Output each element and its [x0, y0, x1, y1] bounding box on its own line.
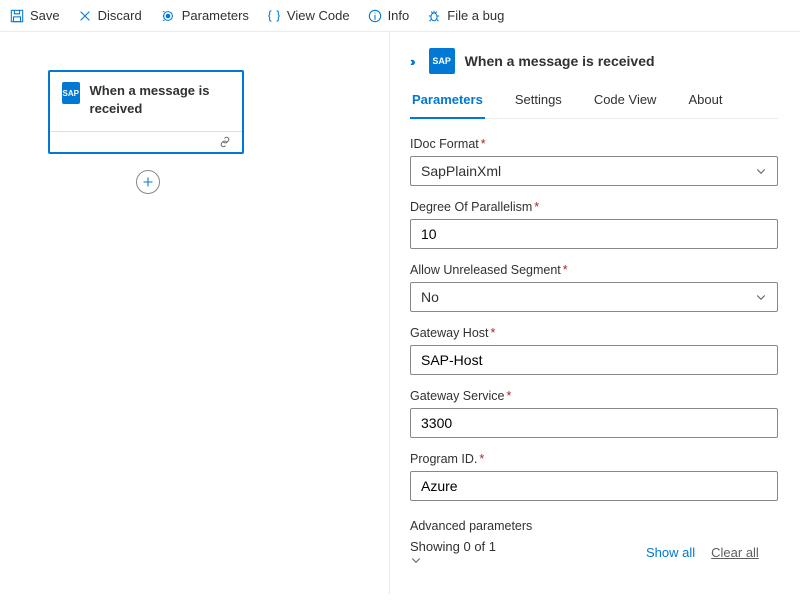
- chevron-down-icon: [755, 165, 767, 177]
- view-code-button[interactable]: View Code: [267, 8, 350, 23]
- view-code-label: View Code: [287, 8, 350, 23]
- clear-all-link[interactable]: Clear all: [711, 545, 759, 560]
- label-program-id: Program ID.*: [410, 452, 778, 466]
- details-panel: ›› SAP When a message is received Parame…: [390, 32, 800, 594]
- designer-canvas: SAP When a message is received: [0, 32, 390, 594]
- sap-icon: SAP: [429, 48, 455, 74]
- parameters-button[interactable]: Parameters: [160, 8, 249, 23]
- link-icon: [218, 136, 232, 148]
- label-allow-unreleased: Allow Unreleased Segment*: [410, 263, 778, 277]
- chevron-down-icon: [410, 554, 630, 566]
- tab-parameters[interactable]: Parameters: [410, 92, 485, 119]
- field-degree-parallelism: Degree Of Parallelism*: [410, 200, 778, 249]
- gateway-service-input[interactable]: [410, 408, 778, 438]
- chevron-down-icon: [755, 291, 767, 303]
- gateway-host-input[interactable]: [410, 345, 778, 375]
- tab-code-view[interactable]: Code View: [592, 92, 659, 118]
- tab-settings[interactable]: Settings: [513, 92, 564, 118]
- advanced-parameters-label: Advanced parameters: [410, 519, 778, 533]
- save-label: Save: [30, 8, 60, 23]
- label-idoc-format: IDoc Format*: [410, 137, 778, 151]
- field-gateway-host: Gateway Host*: [410, 326, 778, 375]
- allow-unreleased-select[interactable]: No: [410, 282, 778, 312]
- panel-title: When a message is received: [465, 53, 655, 69]
- info-button[interactable]: Info: [368, 8, 410, 23]
- field-program-id: Program ID.*: [410, 452, 778, 501]
- degree-parallelism-input[interactable]: [410, 219, 778, 249]
- braces-icon: [267, 9, 281, 23]
- bug-icon: [427, 9, 441, 23]
- close-icon: [78, 9, 92, 23]
- file-bug-button[interactable]: File a bug: [427, 8, 504, 23]
- label-gateway-host: Gateway Host*: [410, 326, 778, 340]
- discard-button[interactable]: Discard: [78, 8, 142, 23]
- idoc-format-select[interactable]: SapPlainXml: [410, 156, 778, 186]
- label-gateway-service: Gateway Service*: [410, 389, 778, 403]
- trigger-card-body: SAP When a message is received: [50, 72, 242, 131]
- main-content: SAP When a message is received ›› SAP Wh…: [0, 32, 800, 594]
- show-all-link[interactable]: Show all: [646, 545, 695, 560]
- field-allow-unreleased: Allow Unreleased Segment* No: [410, 263, 778, 312]
- toolbar: Save Discard Parameters View Code Info F…: [0, 0, 800, 32]
- info-icon: [368, 9, 382, 23]
- trigger-card-title: When a message is received: [90, 82, 230, 117]
- trigger-card[interactable]: SAP When a message is received: [48, 70, 244, 154]
- field-gateway-service: Gateway Service*: [410, 389, 778, 438]
- allow-unreleased-value: No: [421, 289, 439, 305]
- advanced-parameters-row: Showing 0 of 1 Show all Clear all: [410, 539, 778, 566]
- parameters-label: Parameters: [182, 8, 249, 23]
- program-id-input[interactable]: [410, 471, 778, 501]
- advanced-parameters-select[interactable]: Showing 0 of 1: [410, 539, 630, 566]
- advanced-parameters-value: Showing 0 of 1: [410, 539, 496, 554]
- collapse-icon[interactable]: ››: [410, 54, 413, 69]
- tab-about[interactable]: About: [686, 92, 724, 118]
- field-idoc-format: IDoc Format* SapPlainXml: [410, 137, 778, 186]
- parameters-icon: [160, 9, 176, 23]
- plus-icon: [142, 176, 154, 188]
- panel-tabs: Parameters Settings Code View About: [410, 92, 778, 119]
- file-bug-label: File a bug: [447, 8, 504, 23]
- panel-header: ›› SAP When a message is received: [410, 48, 778, 74]
- discard-label: Discard: [98, 8, 142, 23]
- info-label: Info: [388, 8, 410, 23]
- save-icon: [10, 9, 24, 23]
- trigger-card-footer: [50, 131, 242, 152]
- sap-icon: SAP: [62, 82, 80, 104]
- label-degree-parallelism: Degree Of Parallelism*: [410, 200, 778, 214]
- idoc-format-value: SapPlainXml: [421, 163, 501, 179]
- save-button[interactable]: Save: [10, 8, 60, 23]
- add-step-button[interactable]: [136, 170, 160, 194]
